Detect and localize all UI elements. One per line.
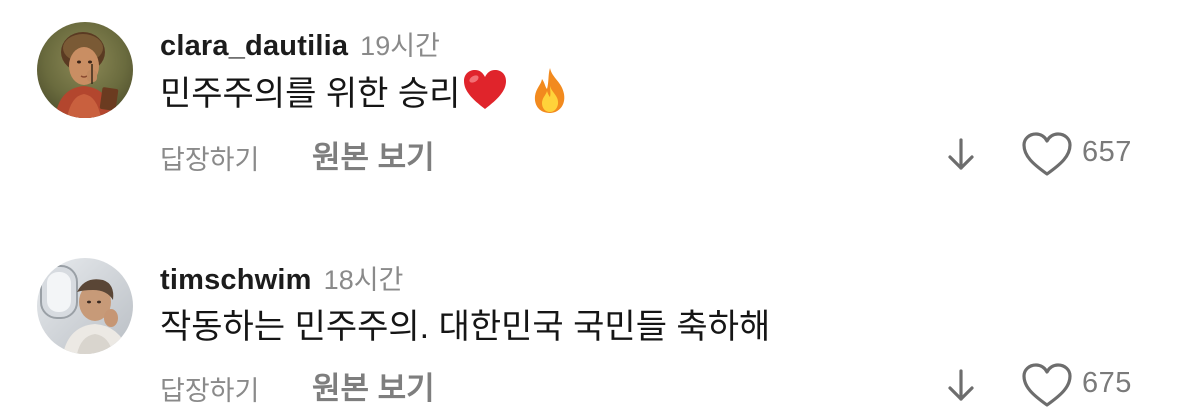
comment-header: timschwim 18시간 bbox=[160, 258, 403, 297]
avatar[interactable] bbox=[37, 22, 133, 118]
reply-button[interactable]: 답장하기 bbox=[160, 369, 259, 408]
comment-actions: 답장하기 원본 보기 675 bbox=[160, 363, 1179, 407]
fresco-portrait-avatar bbox=[37, 22, 133, 118]
airplane-window-avatar bbox=[37, 258, 133, 354]
timestamp: 19시간 bbox=[360, 31, 440, 61]
comment-text: 민주주의를 위한 승리 bbox=[160, 66, 570, 114]
like-count: 675 bbox=[1082, 367, 1132, 399]
see-original-button[interactable]: 원본 보기 bbox=[312, 363, 435, 408]
comment-actions: 답장하기 원본 보기 657 bbox=[160, 132, 1179, 176]
comment-text: 작동하는 민주주의. 대한민국 국민들 축하해 bbox=[160, 299, 770, 347]
avatar[interactable] bbox=[37, 258, 133, 354]
username[interactable]: clara_dautilia bbox=[160, 30, 348, 63]
comment-item: clara_dautilia 19시간 민주주의를 위한 승리 답장하기 원본 … bbox=[0, 0, 1179, 207]
reply-button[interactable]: 답장하기 bbox=[160, 138, 259, 177]
comment-text-content: 작동하는 민주주의. 대한민국 국민들 축하해 bbox=[160, 307, 771, 346]
see-original-button[interactable]: 원본 보기 bbox=[312, 132, 435, 177]
fire-emoji bbox=[530, 66, 570, 114]
comment-text-content: 민주주의를 위한 승리 bbox=[160, 74, 461, 113]
username[interactable]: timschwim bbox=[160, 264, 312, 297]
heart-emoji bbox=[462, 69, 508, 111]
comment-item: timschwim 18시간 작동하는 민주주의. 대한민국 국민들 축하해 답… bbox=[0, 207, 1179, 414]
like-heart-icon[interactable] bbox=[1021, 132, 1073, 178]
arrow-down-icon[interactable] bbox=[945, 134, 977, 174]
like-count: 657 bbox=[1082, 136, 1132, 168]
arrow-down-icon[interactable] bbox=[945, 365, 977, 405]
comment-header: clara_dautilia 19시간 bbox=[160, 24, 440, 63]
like-heart-icon[interactable] bbox=[1021, 363, 1073, 409]
timestamp: 18시간 bbox=[323, 265, 404, 295]
